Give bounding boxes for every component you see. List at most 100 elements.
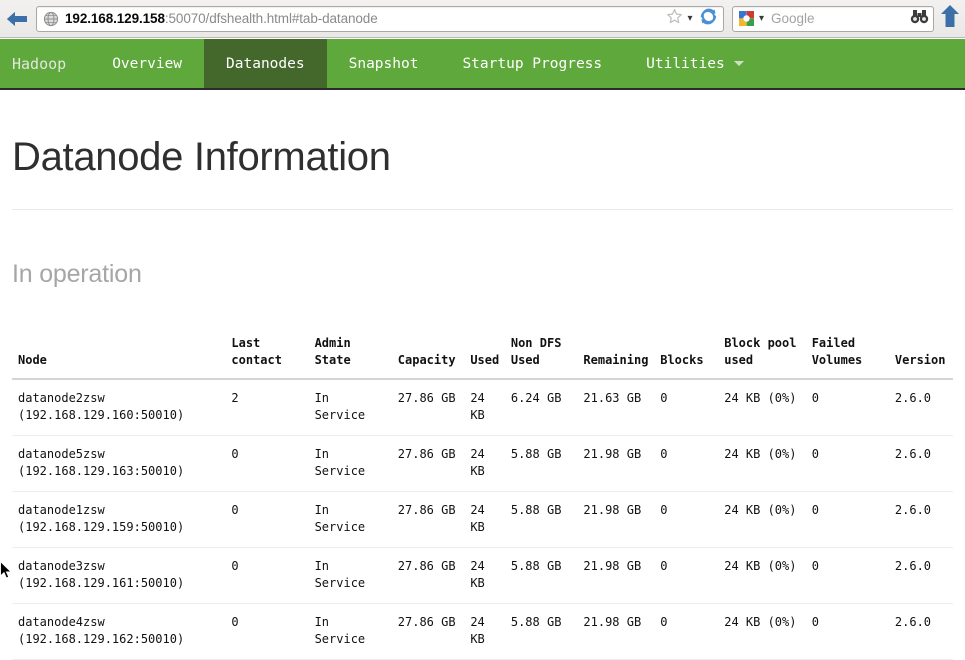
cell-failed-volumes: 0 (805, 435, 889, 492)
cell-failed-volumes: 0 (805, 547, 889, 604)
column-header-block-pool-used[interactable]: Block pool used (718, 329, 806, 380)
cell-non-dfs-used: 6.24 GB (504, 379, 578, 436)
cell-blocks: 0 (654, 379, 719, 436)
cell-block-pool-used: 24 KB (0%) (718, 491, 806, 548)
column-header-used[interactable]: Used (464, 329, 505, 380)
cell-version: 2.6.0 (888, 435, 953, 492)
cell-version: 2.6.0 (888, 603, 953, 660)
search-input[interactable]: Google (771, 11, 910, 26)
address-bar-text: 192.168.129.158:50070/dfshealth.html#tab… (65, 11, 666, 26)
page-content: Datanode Information In operation Node L… (0, 93, 965, 660)
cell-capacity: 27.86 GB (391, 491, 465, 548)
search-engine-chevron-down-icon[interactable]: ▾ (755, 13, 768, 24)
cell-node[interactable]: datanode4zsw (192.168.129.162:50010) (12, 603, 226, 660)
table-row: datanode2zsw (192.168.129.160:50010) 2 In S… (12, 379, 953, 436)
search-bar[interactable]: ▾ Google (732, 5, 934, 32)
cell-blocks: 0 (654, 547, 719, 604)
globe-icon (43, 11, 59, 27)
column-header-blocks[interactable]: Blocks (654, 329, 719, 380)
node-address: (192.168.129.162:50010) (18, 632, 185, 646)
cell-node[interactable]: datanode1zsw (192.168.129.159:50010) (12, 491, 226, 548)
star-icon[interactable] (666, 8, 683, 30)
table-row: datanode4zsw (192.168.129.162:50010) 0 In S… (12, 603, 953, 660)
cell-failed-volumes: 0 (805, 379, 889, 436)
cell-last-contact: 2 (225, 379, 309, 436)
title-divider (12, 209, 953, 210)
binoculars-icon[interactable] (910, 8, 929, 30)
bookmark-chevron-down-icon[interactable]: ▾ (684, 13, 696, 24)
cell-non-dfs-used: 5.88 GB (504, 491, 578, 548)
cell-failed-volumes: 0 (805, 603, 889, 660)
cell-admin-state: In Service (308, 435, 392, 492)
cell-block-pool-used: 24 KB (0%) (718, 603, 806, 660)
cell-non-dfs-used: 5.88 GB (504, 603, 578, 660)
browser-toolbar: 192.168.129.158:50070/dfshealth.html#tab… (0, 0, 965, 38)
column-header-version[interactable]: Version (888, 329, 953, 380)
reload-icon[interactable] (699, 7, 718, 31)
cell-remaining: 21.98 GB (577, 491, 655, 548)
column-header-remaining[interactable]: Remaining (577, 329, 655, 380)
cell-node[interactable]: datanode2zsw (192.168.129.160:50010) (12, 379, 226, 436)
cell-remaining: 21.63 GB (577, 379, 655, 436)
column-header-failed-volumes[interactable]: Failed Volumes (805, 329, 889, 380)
cell-remaining: 21.98 GB (577, 435, 655, 492)
cell-blocks: 0 (654, 435, 719, 492)
cell-block-pool-used: 24 KB (0%) (718, 547, 806, 604)
column-header-last-contact[interactable]: Last contact (225, 329, 309, 380)
cell-blocks: 0 (654, 491, 719, 548)
cell-node[interactable]: datanode3zsw (192.168.129.161:50010) (12, 547, 226, 604)
cell-last-contact: 0 (225, 603, 309, 660)
column-header-admin-state[interactable]: Admin State (308, 329, 392, 380)
back-button[interactable] (0, 0, 34, 38)
back-arrow-icon (5, 8, 29, 30)
node-address: (192.168.129.160:50010) (18, 408, 185, 422)
url-host: 192.168.129.158 (65, 11, 165, 26)
chevron-down-icon (733, 61, 744, 66)
cell-remaining: 21.98 GB (577, 603, 655, 660)
section-subtitle: In operation (12, 260, 142, 288)
cell-version: 2.6.0 (888, 547, 953, 604)
nav-item-utilities-label: Utilities (646, 55, 725, 72)
table-header-row: Node Last contact Admin State Capacity U… (12, 329, 953, 380)
cell-used: 24 KB (464, 379, 505, 436)
column-header-node[interactable]: Node (12, 329, 226, 380)
cell-non-dfs-used: 5.88 GB (504, 547, 578, 604)
nav-item-overview[interactable]: Overview (90, 39, 204, 88)
page-title: Datanode Information (12, 135, 391, 179)
node-name: datanode2zsw (18, 391, 105, 405)
cell-admin-state: In Service (308, 603, 392, 660)
cell-capacity: 27.86 GB (391, 547, 465, 604)
cell-node[interactable]: datanode5zsw (192.168.129.163:50010) (12, 435, 226, 492)
cell-version: 2.6.0 (888, 379, 953, 436)
node-name: datanode3zsw (18, 559, 105, 573)
cell-capacity: 27.86 GB (391, 603, 465, 660)
cell-last-contact: 0 (225, 491, 309, 548)
cell-admin-state: In Service (308, 379, 392, 436)
nav-item-startup-progress[interactable]: Startup Progress (440, 39, 624, 88)
main-navbar: Hadoop Overview Datanodes Snapshot Start… (0, 39, 965, 90)
node-name: datanode1zsw (18, 503, 105, 517)
nav-item-snapshot[interactable]: Snapshot (327, 39, 441, 88)
address-bar[interactable]: 192.168.129.158:50070/dfshealth.html#tab… (36, 5, 724, 32)
node-name: datanode5zsw (18, 447, 105, 461)
cell-used: 24 KB (464, 547, 505, 604)
cell-remaining: 21.98 GB (577, 547, 655, 604)
nav-item-datanodes[interactable]: Datanodes (204, 39, 327, 88)
column-header-capacity[interactable]: Capacity (391, 329, 465, 380)
navbar-brand[interactable]: Hadoop (0, 39, 90, 88)
cell-block-pool-used: 24 KB (0%) (718, 435, 806, 492)
cell-last-contact: 0 (225, 547, 309, 604)
cell-blocks: 0 (654, 603, 719, 660)
nav-item-utilities[interactable]: Utilities (624, 39, 766, 88)
cell-admin-state: In Service (308, 547, 392, 604)
home-arrow-icon[interactable] (940, 4, 960, 33)
table-row: datanode1zsw (192.168.129.159:50010) 0 In S… (12, 491, 953, 548)
node-address: (192.168.129.159:50010) (18, 520, 185, 534)
datanode-table: Node Last contact Admin State Capacity U… (12, 329, 953, 660)
table-row: datanode3zsw (192.168.129.161:50010) 0 In S… (12, 547, 953, 604)
cell-block-pool-used: 24 KB (0%) (718, 379, 806, 436)
node-name: datanode4zsw (18, 615, 105, 629)
cell-failed-volumes: 0 (805, 491, 889, 548)
column-header-non-dfs-used[interactable]: Non DFS Used (504, 329, 578, 380)
url-path: :50070/dfshealth.html#tab-datanode (164, 11, 378, 26)
